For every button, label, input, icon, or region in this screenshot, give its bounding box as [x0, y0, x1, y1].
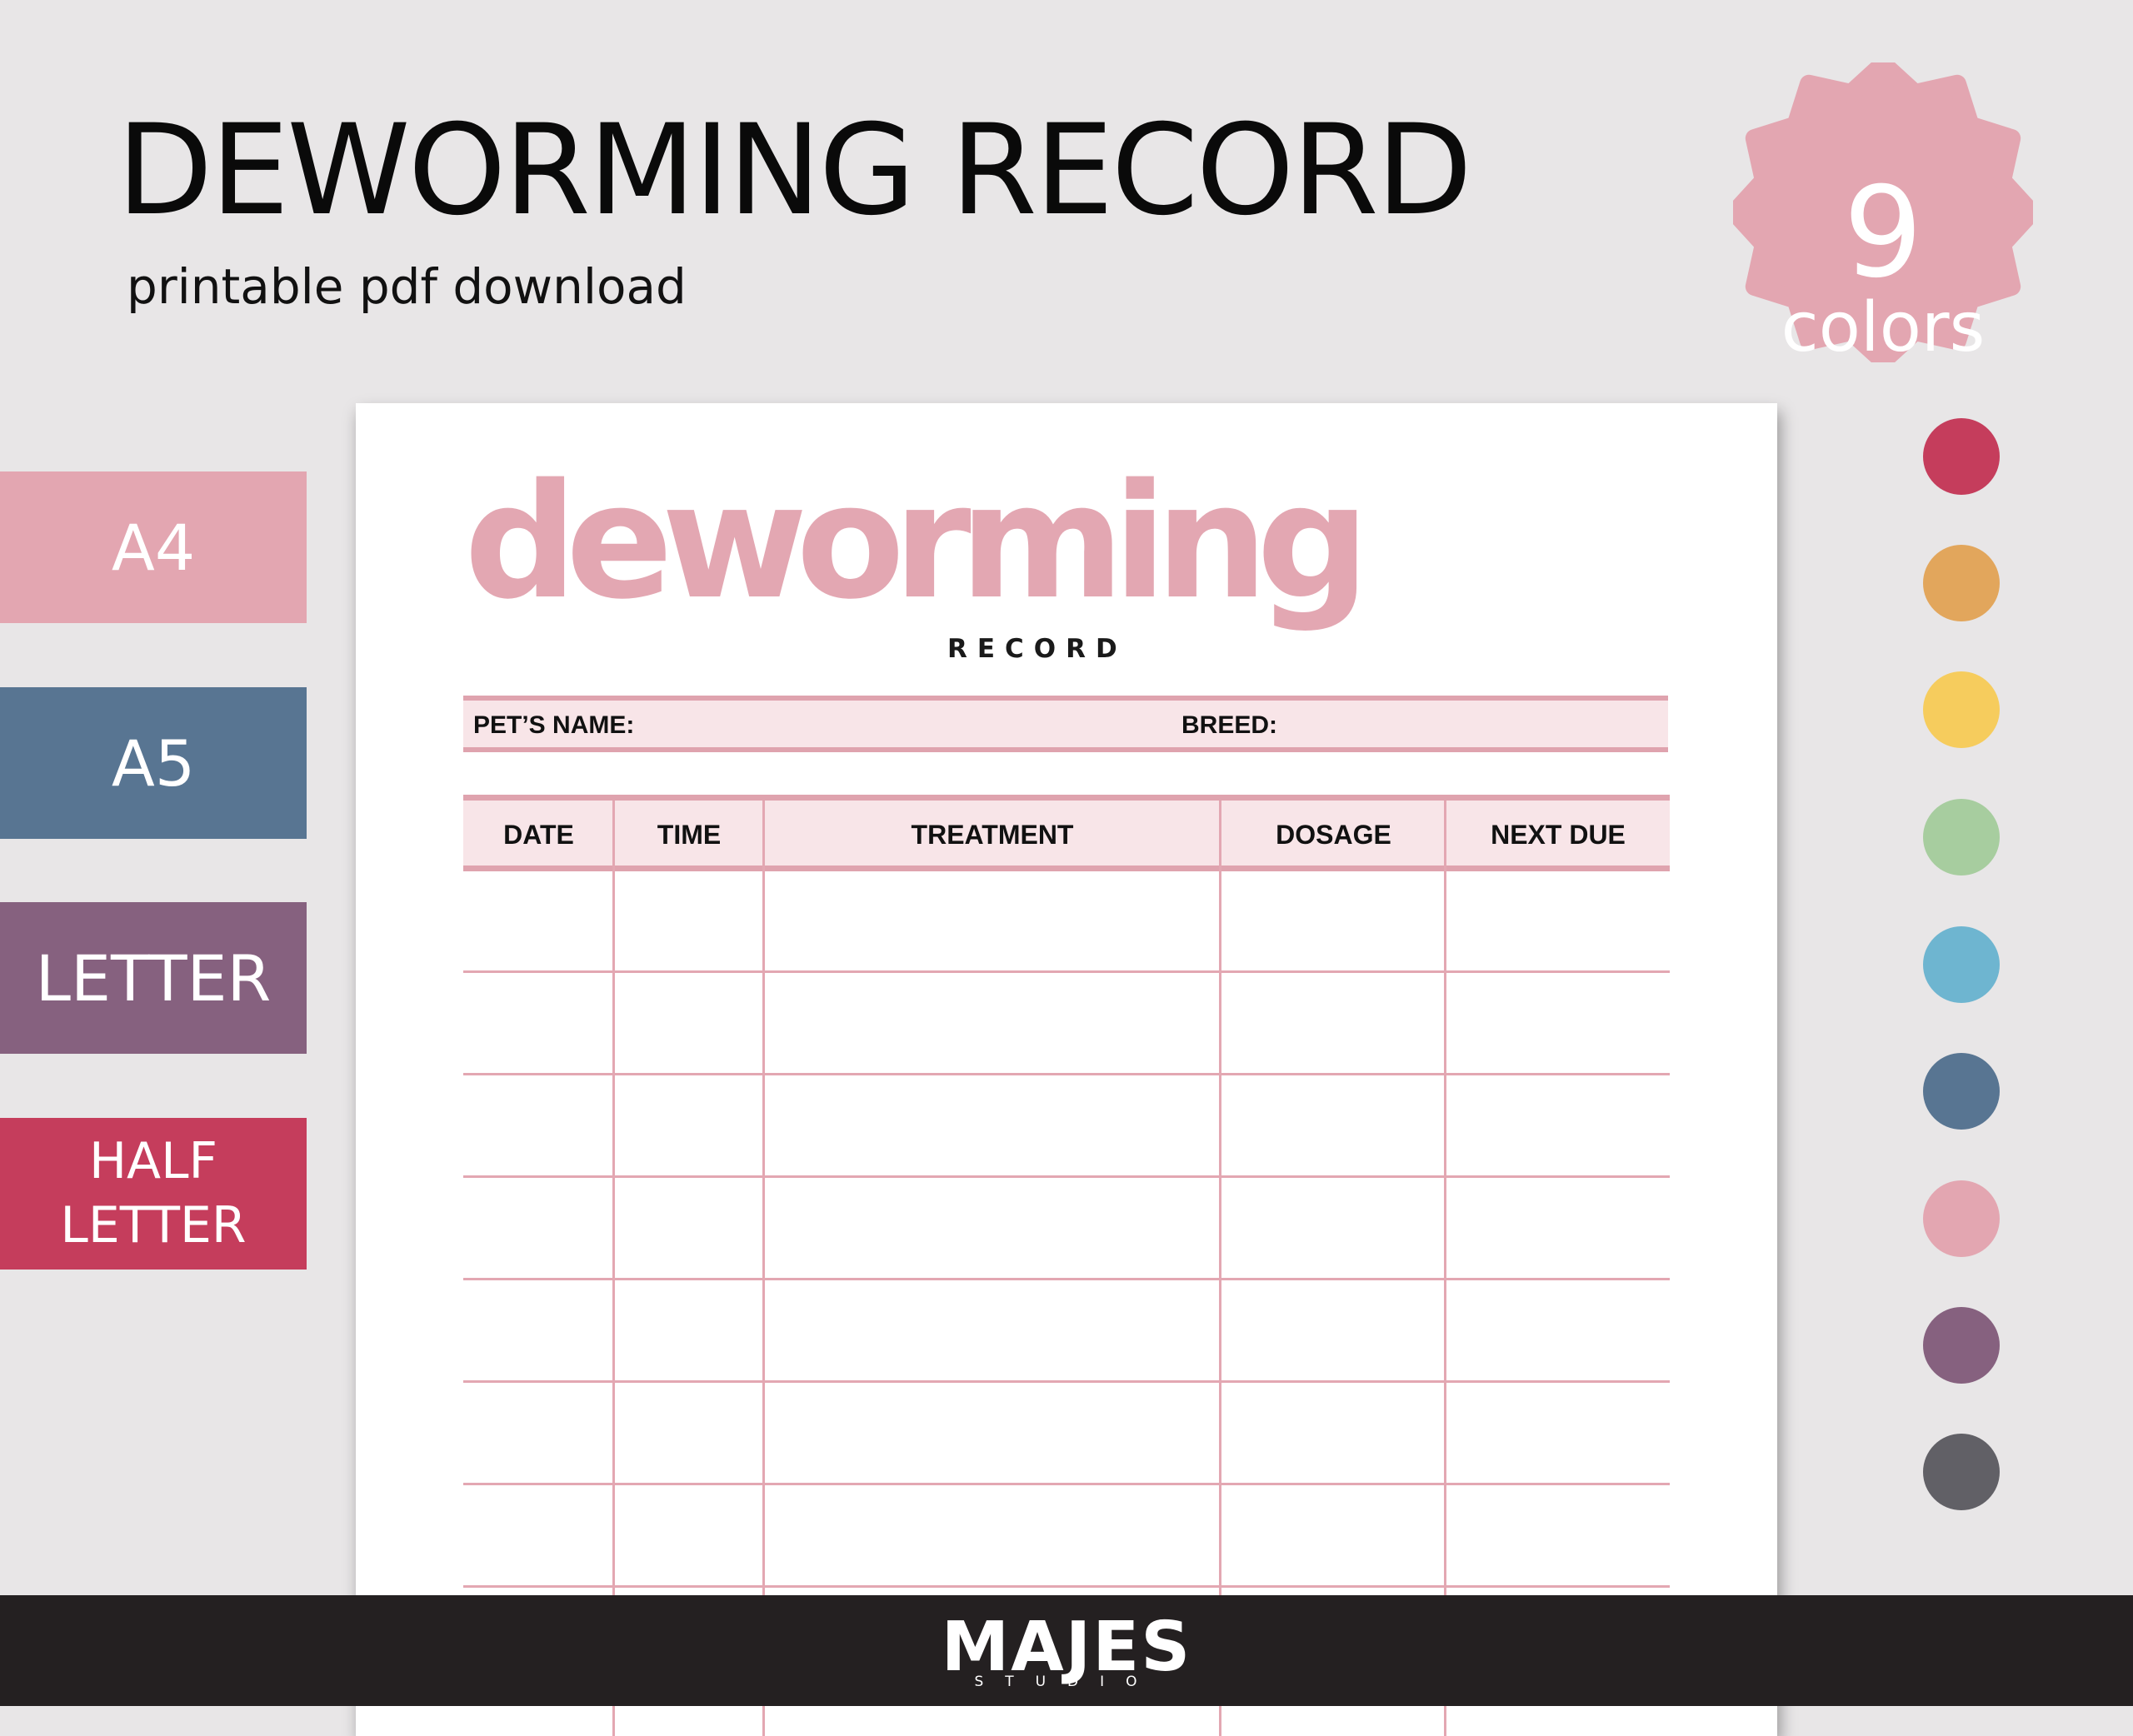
size-tab-a5: A5	[0, 687, 307, 839]
table-row-line	[463, 1380, 1670, 1383]
sheet-logo-subtitle: RECORD	[947, 634, 1127, 664]
size-tab-label-line2: LETTER	[60, 1196, 247, 1255]
badge-number: 9	[1843, 161, 1923, 306]
color-swatch-crimson	[1923, 418, 2000, 495]
size-tab-a4: A4	[0, 471, 307, 623]
table-row-line	[463, 1073, 1670, 1075]
color-swatch-orange	[1923, 545, 2000, 621]
column-header-treatment: TREATMENT	[911, 820, 1074, 850]
column-header-dosage: DOSAGE	[1276, 820, 1391, 850]
size-tab-label: A5	[111, 726, 196, 801]
size-tab-letter: LETTER	[0, 902, 307, 1054]
table-row-line	[463, 1585, 1670, 1588]
pet-name-label: PET’S NAME:	[473, 711, 635, 739]
color-swatch-sky-blue	[1923, 926, 2000, 1003]
color-swatch-green	[1923, 799, 2000, 875]
brand-logo: MAJES	[941, 1608, 1192, 1687]
size-tab-half-letter: HALF LETTER	[0, 1118, 307, 1270]
table-row-line	[463, 970, 1670, 973]
pet-info-bar: PET’S NAME: BREED:	[463, 696, 1668, 752]
color-swatch-charcoal	[1923, 1434, 2000, 1510]
size-tab-label: LETTER	[35, 940, 272, 1015]
brand-logo-subtitle: STUDIO	[974, 1674, 1159, 1690]
size-tab-label: A4	[111, 510, 196, 585]
footer-bar: MAJES STUDIO	[0, 1595, 2133, 1706]
breed-label: BREED:	[1181, 711, 1278, 739]
column-header-date: DATE	[503, 820, 574, 850]
page-subtitle: printable pdf download	[127, 258, 687, 315]
color-count-badge: 9 colors	[1733, 62, 2033, 362]
color-swatch-yellow	[1923, 671, 2000, 748]
color-swatch-pink	[1923, 1180, 2000, 1257]
table-row-line	[463, 1483, 1670, 1485]
table-row-line	[463, 1175, 1670, 1178]
table-row-line	[463, 1278, 1670, 1280]
record-sheet-preview: deworming RECORD PET’S NAME: BREED: DATE…	[356, 403, 1777, 1736]
badge-label: colors	[1781, 288, 1986, 367]
color-swatch-purple	[1923, 1307, 2000, 1384]
color-swatch-slate-blue	[1923, 1053, 2000, 1130]
column-header-time: TIME	[657, 820, 722, 850]
size-tab-label-line1: HALF	[88, 1132, 218, 1191]
sheet-logo-word: deworming	[464, 450, 1370, 634]
page-title: DEWORMING RECORD	[117, 98, 1472, 243]
column-header-next-due: NEXT DUE	[1491, 820, 1626, 850]
table-header: DATE TIME TREATMENT DOSAGE NEXT DUE	[463, 795, 1670, 871]
